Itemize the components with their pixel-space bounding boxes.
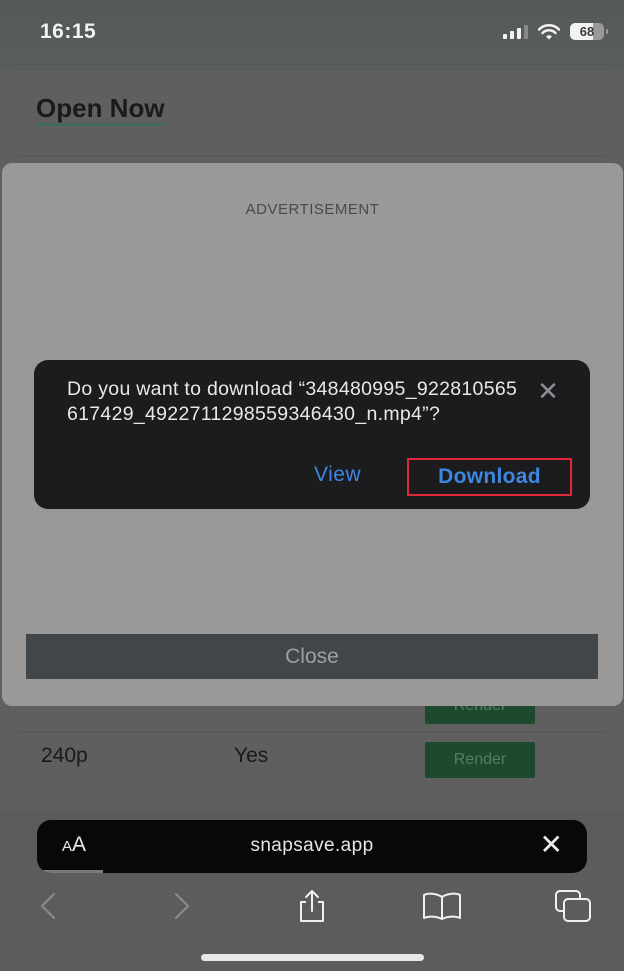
download-button[interactable]: Download [407,458,572,496]
download-message: Do you want to download “348480995_92281… [67,378,518,425]
share-icon [300,890,324,922]
bookmarks-icon [423,892,461,920]
address-bar[interactable]: AA snapsave.app ✕ [37,820,587,873]
advertisement-label: ADVERTISEMENT [245,201,380,218]
view-button[interactable]: View [314,463,361,487]
audio-cell: Yes [234,744,269,767]
open-now-link[interactable]: Open Now [36,93,165,126]
back-button[interactable] [28,886,68,926]
divider [18,155,606,156]
wifi-icon [538,23,560,39]
close-ad-button[interactable]: Close [26,634,598,679]
cellular-signal-icon [503,24,528,39]
battery-level: 68 [579,24,595,39]
screen: 16:15 68 Open Now Render 240p Yes Render… [0,0,624,971]
url-text[interactable]: snapsave.app [37,835,587,857]
tabs-button[interactable] [553,886,593,926]
browser-toolbar [0,880,624,930]
status-icons: 68 [503,23,608,40]
render-button[interactable]: Render [425,742,535,778]
divider [18,64,606,65]
status-time: 16:15 [40,20,97,43]
forward-icon [174,892,190,920]
tabs-icon [555,890,591,922]
stop-loading-icon[interactable]: ✕ [540,831,563,859]
status-bar: 16:15 68 [0,0,624,70]
download-alert: Do you want to download “348480995_92281… [34,360,590,509]
forward-button[interactable] [162,886,202,926]
home-indicator[interactable] [201,954,424,961]
battery-icon: 68 [570,23,608,40]
back-icon [40,892,56,920]
table-row: 240p Yes Render [18,730,606,786]
close-icon[interactable]: ✕ [536,378,560,404]
page-load-progress [37,870,103,873]
resolution-cell: 240p [41,744,88,767]
share-button[interactable] [292,886,332,926]
bookmarks-button[interactable] [422,886,462,926]
